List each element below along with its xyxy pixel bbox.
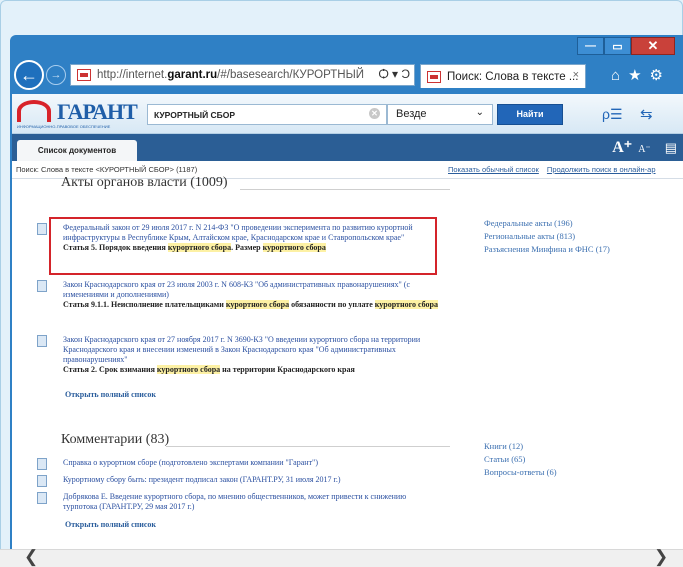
browser-tools-icons[interactable]: ⌂★⚙ — [611, 66, 671, 84]
filter-federal[interactable]: Федеральные акты (196) — [484, 217, 610, 230]
minimize-button[interactable]: — — [577, 37, 604, 55]
tab-favicon-icon — [427, 70, 441, 83]
acts-section-title: Акты органов власти (1009) — [61, 175, 228, 190]
horizontal-scrollbar[interactable]: ❮ ❯ — [0, 547, 683, 567]
compare-icon[interactable]: ⇆ — [640, 105, 653, 123]
url-prefix: http://internet. — [97, 69, 168, 81]
address-bar[interactable]: http://internet. garant.ru/#/basesearch/К… — [70, 64, 415, 86]
highlight-frame — [49, 217, 437, 275]
garant-header: ГАРАНТ ИНФОРМАЦИОННО-ПРАВОВОЕ ОБЕСПЕЧЕНИ… — [12, 94, 683, 134]
filter-qa[interactable]: Вопросы-ответы (6) — [484, 466, 557, 479]
find-button[interactable]: Найти — [497, 104, 563, 125]
close-window-button[interactable]: ✕ — [631, 37, 675, 55]
filter-regional[interactable]: Региональные акты (813) — [484, 230, 610, 243]
filter-articles[interactable]: Статьи (65) — [484, 453, 557, 466]
chevron-down-icon: ⌄ — [475, 107, 484, 118]
comment-title[interactable]: Добрякова Е. Введение курортного сбора, … — [49, 492, 439, 512]
list-item[interactable]: Добрякова Е. Введение курортного сбора, … — [37, 492, 439, 512]
tab-close-icon[interactable]: × — [573, 69, 579, 81]
act-title[interactable]: Закон Краснодарского края от 27 ноября 2… — [49, 335, 439, 365]
act-snippet: Статья 9.1.1. Неисполнение плательщиками… — [63, 300, 439, 309]
logo-subtitle: ИНФОРМАЦИОННО-ПРАВОВОЕ ОБЕСПЕЧЕНИЕ — [17, 124, 111, 129]
document-icon — [37, 223, 47, 235]
comments-filter-list: Книги (12) Статьи (65) Вопросы-ответы (6… — [484, 440, 557, 479]
url-suffix: /#/basesearch/КУРОРТНЫЙ — [217, 69, 365, 81]
filter-minfin[interactable]: Разъяснения Минфина и ФНС (17) — [484, 243, 610, 256]
comments-divider — [166, 446, 450, 447]
maximize-button[interactable]: ▭ — [604, 37, 631, 55]
search-input[interactable]: КУРОРТНЫЙ СБОР ✕ — [147, 104, 387, 125]
clear-search-icon[interactable]: ✕ — [369, 108, 380, 119]
browser-nav-bar: ← → http://internet. garant.ru/#/basesear… — [10, 58, 683, 92]
search-list-icon[interactable]: ρ☰ — [602, 106, 623, 123]
comment-title[interactable]: Справка о курортном сборе (подготовлено … — [49, 458, 439, 468]
address-actions-icon[interactable]: Ѻ ▾ Ͻ — [379, 67, 410, 81]
open-full-list-link[interactable]: Открыть полный список — [65, 520, 156, 529]
list-item[interactable]: Справка о курортном сборе (подготовлено … — [37, 458, 439, 470]
continue-search-link[interactable]: Продолжить поиск в онлайн-ар — [547, 165, 656, 174]
comment-title[interactable]: Курортному сбору быть: президент подписа… — [49, 475, 439, 485]
acts-filter-list: Федеральные акты (196) Региональные акты… — [484, 217, 610, 256]
tab-title: Поиск: Слова в тексте ... — [447, 70, 579, 83]
search-value: КУРОРТНЫЙ СБОР — [154, 110, 236, 120]
document-icon — [37, 475, 47, 487]
font-increase-button[interactable]: A⁺ — [612, 139, 632, 156]
document-icon — [37, 280, 47, 292]
window-controls: — ▭ ✕ — [577, 37, 675, 57]
comments-section-title: Комментарии (83) — [61, 432, 170, 447]
print-icon[interactable]: ▤ — [665, 140, 677, 155]
font-controls: A⁺ A⁻ ▤ — [612, 137, 677, 157]
act-snippet: Статья 2. Срок взимания курортного сбора… — [63, 365, 355, 374]
document-icon — [37, 492, 47, 504]
list-item[interactable]: Курортному сбору быть: президент подписа… — [37, 475, 439, 487]
forward-button[interactable]: → — [46, 65, 66, 85]
browser-tab[interactable]: Поиск: Слова в тексте ... × — [420, 64, 586, 88]
scroll-right-icon[interactable]: ❯ — [654, 547, 668, 567]
query-text: Поиск: Слова в тексте <КУРОРТНЫЙ СБОР> (… — [16, 165, 198, 174]
logo-text: ГАРАНТ — [57, 99, 138, 124]
act-title[interactable]: Закон Краснодарского края от 23 июля 200… — [49, 280, 439, 300]
scope-value: Везде — [396, 108, 427, 120]
filter-books[interactable]: Книги (12) — [484, 440, 557, 453]
back-button[interactable]: ← — [14, 60, 44, 90]
document-icon — [37, 458, 47, 470]
acts-divider — [240, 189, 450, 190]
garant-logo[interactable]: ГАРАНТ ИНФОРМАЦИОННО-ПРАВОВОЕ ОБЕСПЕЧЕНИ… — [17, 98, 138, 130]
logo-mark-icon — [17, 100, 51, 122]
font-decrease-button[interactable]: A⁻ — [638, 144, 651, 155]
scroll-left-icon[interactable]: ❮ — [24, 547, 38, 567]
show-plain-list-link[interactable]: Показать обычный список — [448, 165, 539, 174]
site-favicon-icon — [77, 69, 91, 81]
url-host: garant.ru — [167, 69, 218, 81]
list-item[interactable]: Закон Краснодарского края от 23 июля 200… — [37, 280, 439, 310]
tab-document-list[interactable]: Список документов — [17, 140, 137, 161]
search-scope-select[interactable]: Везде ⌄ — [387, 104, 493, 125]
list-item[interactable]: Закон Краснодарского края от 27 ноября 2… — [37, 335, 439, 375]
document-tabs-row: Список документов A⁺ A⁻ ▤ — [12, 134, 683, 161]
open-full-list-link[interactable]: Открыть полный список — [65, 390, 156, 399]
document-icon — [37, 335, 47, 347]
